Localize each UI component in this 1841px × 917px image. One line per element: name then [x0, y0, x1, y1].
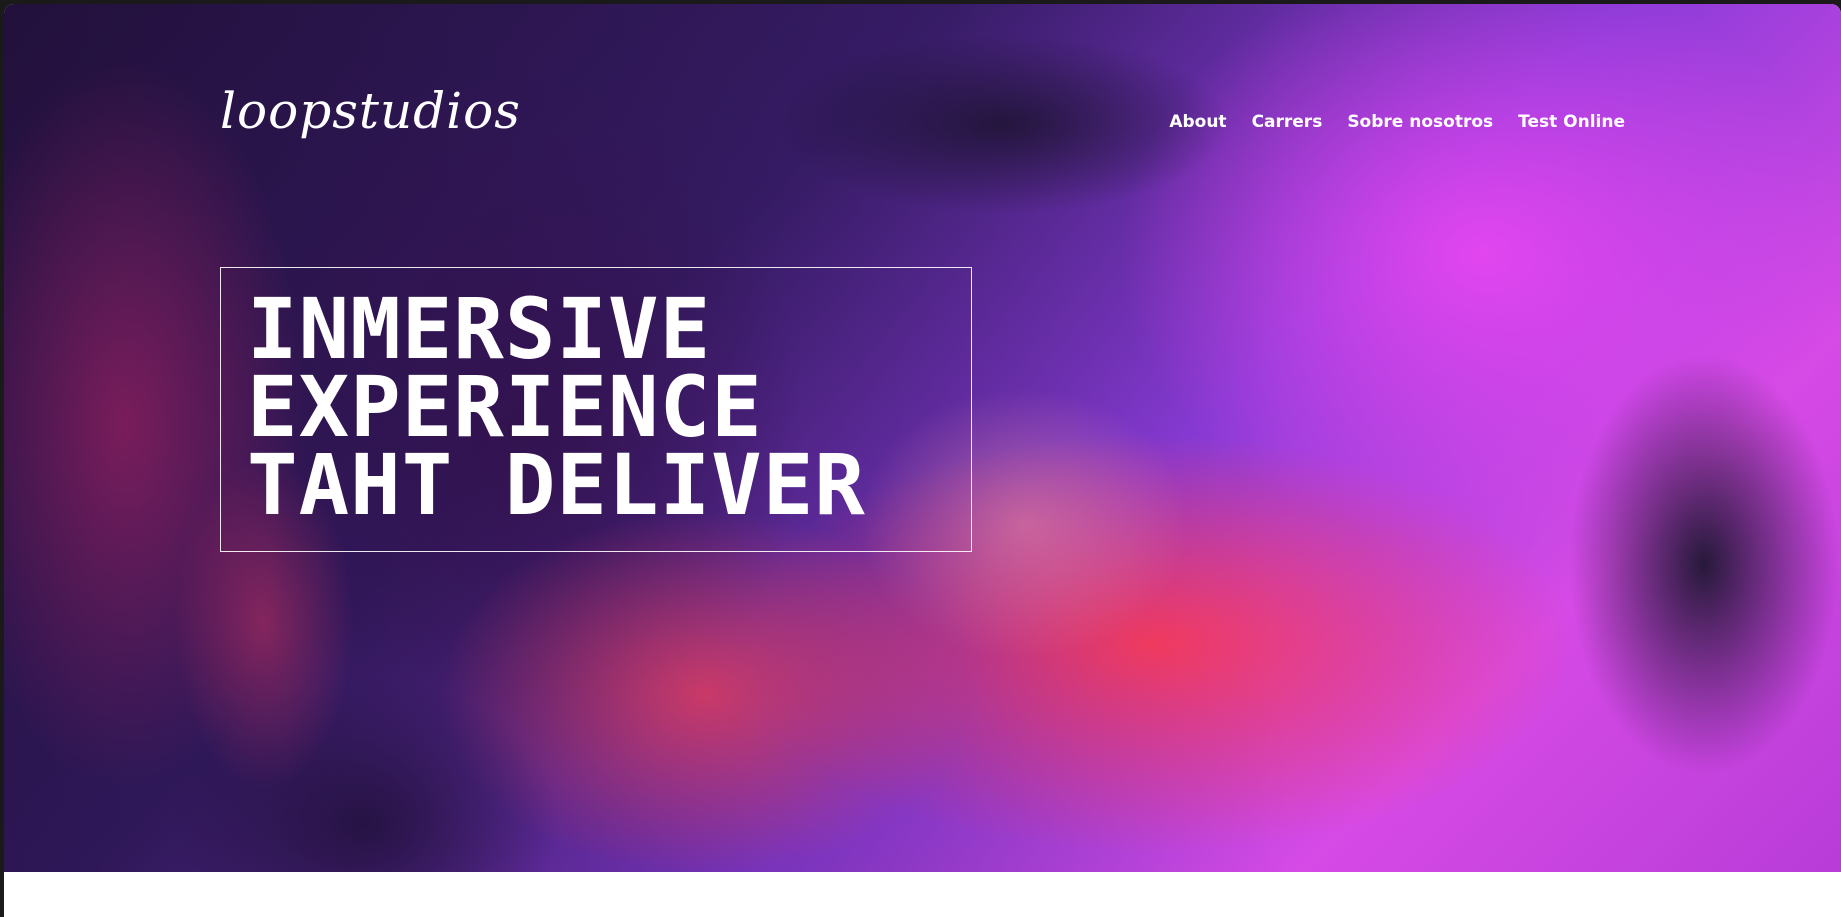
browser-viewport: loopstudios About Carrers Sobre nosotros…	[4, 4, 1841, 917]
hero-headline-line-2: EXPERIENCE	[247, 358, 763, 456]
nav-link-test-online[interactable]: Test Online	[1518, 112, 1625, 132]
hero-section: loopstudios About Carrers Sobre nosotros…	[4, 4, 1841, 872]
page-content-start	[4, 872, 1841, 917]
nav-link-carrers[interactable]: Carrers	[1252, 112, 1323, 132]
hero-headline-box: INMERSIVE EXPERIENCE TAHT DELIVER	[220, 267, 972, 552]
main-nav: About Carrers Sobre nosotros Test Online	[1169, 112, 1625, 132]
nav-link-about[interactable]: About	[1169, 112, 1226, 132]
hero-headline-line-3: TAHT DELIVER	[247, 436, 866, 534]
nav-link-sobre-nosotros[interactable]: Sobre nosotros	[1347, 112, 1493, 132]
logo[interactable]: loopstudios	[220, 82, 521, 140]
hero-headline-line-1: INMERSIVE	[247, 280, 712, 378]
